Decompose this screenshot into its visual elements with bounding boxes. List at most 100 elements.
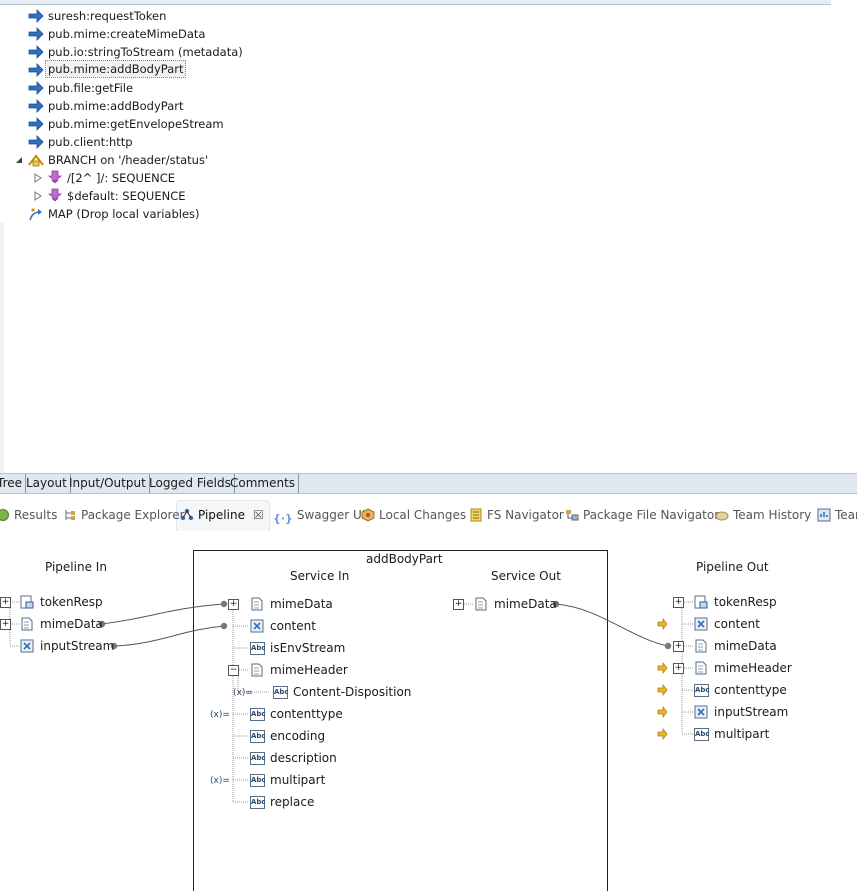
field-name: replace — [270, 795, 315, 809]
flow-step-label: MAP (Drop local variables) — [48, 207, 200, 221]
results-icon — [0, 509, 9, 521]
tab-layout[interactable]: Layout — [23, 474, 71, 493]
expand-triangle-icon[interactable] — [33, 173, 43, 183]
tab-label: Comments — [230, 476, 296, 490]
drop-variable-icon[interactable] — [656, 684, 668, 696]
tree-connector-lines — [9, 601, 693, 803]
link-endpoints — [98, 600, 672, 650]
view-tab-label: FS Navigator — [487, 508, 564, 522]
expand-triangle-icon[interactable] — [33, 191, 43, 201]
swagger-icon: {·} — [273, 512, 293, 525]
field-name: tokenResp — [714, 595, 777, 609]
tab-comments[interactable]: Comments — [227, 474, 300, 493]
view-tab-bar: Results Package Explorer Pipeline ☒ {·} Sw… — [0, 494, 857, 538]
invoke-arrow-icon — [28, 45, 44, 59]
field-name: Content-Disposition — [293, 685, 412, 699]
flow-step-label: pub.client:http — [48, 135, 133, 149]
expand-plus-icon[interactable]: + — [673, 663, 684, 674]
string-icon: Abc — [250, 730, 266, 743]
view-tab-results[interactable]: Results — [0, 506, 57, 524]
flow-step-label: pub.file:getFile — [48, 81, 134, 95]
document-icon — [251, 597, 263, 611]
tab-label: Input/Output — [69, 476, 146, 490]
map-icon — [29, 208, 42, 221]
field-name: mimeData — [270, 597, 333, 611]
team-history-icon — [715, 511, 729, 521]
flow-step-tree: suresh:requestToken pub.mime:createMimeD… — [0, 0, 857, 473]
view-tab-team-history[interactable]: Team History — [715, 506, 811, 524]
invoke-arrow-icon — [28, 135, 44, 149]
mapping-links — [101, 603, 669, 647]
set-value-icon[interactable]: (x)= — [210, 706, 230, 720]
expand-plus-icon[interactable]: + — [0, 597, 11, 608]
collapse-triangle-icon[interactable] — [14, 155, 24, 165]
field-name: encoding — [270, 729, 326, 743]
field-name: inputStream — [714, 705, 789, 719]
package-explorer-icon — [65, 510, 75, 520]
view-tab-pipeline[interactable]: Pipeline ☒ — [180, 506, 264, 524]
field-name: description — [270, 751, 337, 765]
string-icon: Abc — [250, 796, 266, 809]
expand-plus-icon[interactable]: + — [453, 599, 464, 610]
local-changes-icon — [361, 508, 375, 522]
string-icon: Abc — [250, 752, 266, 765]
flow-step-label: pub.mime:getEnvelopeStream — [48, 117, 224, 131]
view-tab-label: Tean — [835, 508, 857, 522]
package-file-navigator-icon — [566, 510, 579, 521]
view-tab-local-changes[interactable]: Local Changes — [361, 506, 466, 524]
expand-plus-icon[interactable]: + — [0, 619, 11, 630]
document-icon — [695, 661, 707, 675]
tab-label: Logged Fields — [149, 476, 231, 490]
view-tab-fs-navigator[interactable]: FS Navigator — [469, 506, 564, 524]
string-icon: Abc — [694, 684, 710, 697]
sequence-icon — [47, 188, 63, 202]
set-value-icon[interactable]: (x)= — [233, 684, 253, 698]
view-tab-swagger-ui[interactable]: {·} Swagger UI — [273, 506, 365, 525]
collapse-minus-icon[interactable]: − — [228, 665, 239, 676]
drop-variable-icon[interactable] — [656, 662, 668, 674]
flow-step-label: pub.io:stringToStream (metadata) — [48, 45, 243, 59]
view-tab-team[interactable]: Tean — [817, 506, 857, 524]
object-icon — [250, 619, 264, 633]
expand-plus-icon[interactable]: + — [673, 641, 684, 652]
field-name: mimeHeader — [270, 663, 348, 677]
view-tab-package-file-navigator[interactable]: Package File Navigator — [565, 506, 719, 524]
expand-plus-icon[interactable]: + — [228, 599, 239, 610]
string-icon: Abc — [250, 642, 266, 655]
tree-left-gutter — [0, 223, 4, 473]
flow-step-label: pub.mime:createMimeData — [48, 27, 206, 41]
tab-label: Layout — [26, 476, 67, 490]
drop-variable-icon[interactable] — [656, 728, 668, 740]
pipeline-canvas: Pipeline In addBodyPart Service In Servi… — [0, 538, 857, 891]
string-icon: Abc — [250, 774, 266, 787]
string-icon: Abc — [250, 708, 266, 721]
sequence-icon — [47, 170, 63, 184]
flow-step-label: pub.mime:addBodyPart — [45, 60, 187, 78]
object-icon — [20, 639, 34, 653]
tab-input-output[interactable]: Input/Output — [66, 474, 150, 493]
expand-plus-icon[interactable]: + — [673, 597, 684, 608]
close-icon[interactable]: ☒ — [253, 508, 264, 522]
field-name: multipart — [714, 727, 770, 741]
set-value-icon[interactable]: (x)= — [210, 772, 230, 786]
tab-logged-fields[interactable]: Logged Fields — [146, 474, 235, 493]
invoke-arrow-icon — [28, 27, 44, 41]
drop-variable-icon[interactable] — [656, 618, 668, 630]
view-tab-label: Team History — [733, 508, 812, 522]
flow-step-label: $default: SEQUENCE — [67, 189, 186, 203]
view-tab-label: Package File Navigator — [583, 508, 720, 522]
invoke-arrow-icon — [28, 9, 44, 23]
field-name: content — [714, 617, 760, 631]
record-icon — [694, 595, 708, 609]
record-icon — [20, 595, 34, 609]
document-icon — [695, 639, 707, 653]
field-name: mimeData — [494, 597, 557, 611]
string-icon: Abc — [273, 686, 289, 699]
view-tab-package-explorer[interactable]: Package Explorer — [63, 506, 185, 524]
drop-variable-icon[interactable] — [656, 706, 668, 718]
field-name: inputStream — [40, 639, 115, 653]
tab-label: Tree — [0, 476, 23, 490]
view-tab-label: Pipeline — [198, 508, 245, 522]
flow-step-label: /[2^ ]/: SEQUENCE — [67, 171, 176, 185]
field-name: mimeData — [714, 639, 777, 653]
